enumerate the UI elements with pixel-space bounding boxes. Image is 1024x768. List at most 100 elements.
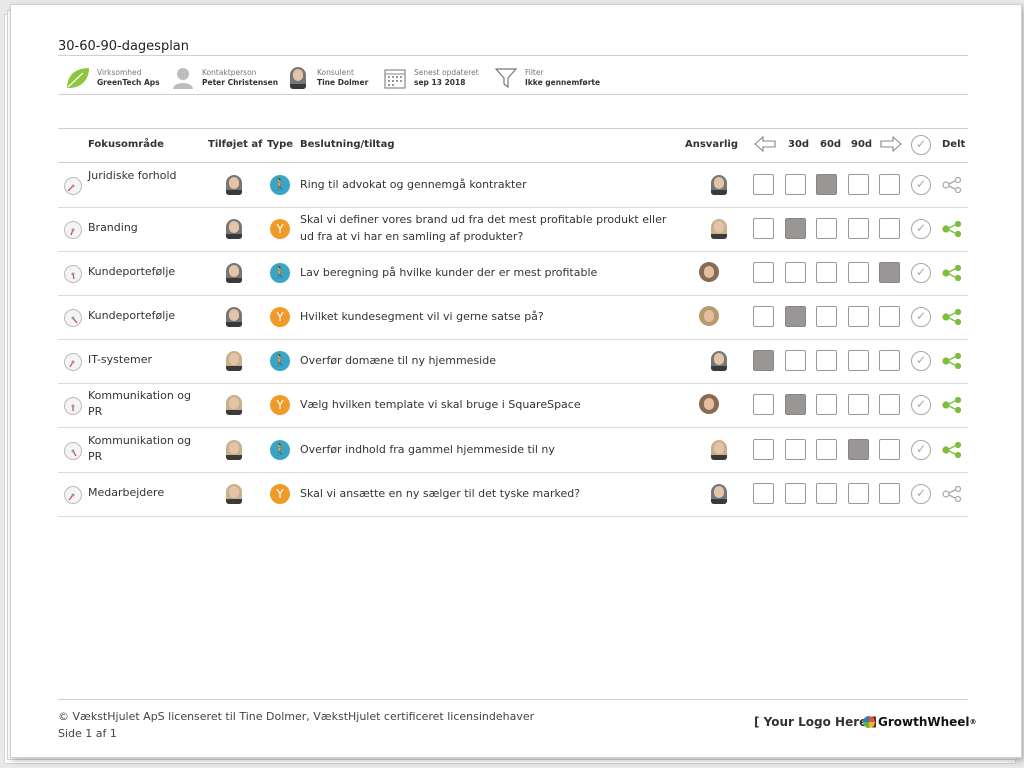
complete-check-icon[interactable]: ✓ [911,351,931,371]
timeline-checkbox[interactable] [753,439,774,460]
share-icon[interactable] [942,264,962,282]
focus-area-icon [64,442,82,460]
timeline-checkbox[interactable] [816,350,837,371]
timeline-checkbox[interactable] [879,483,900,504]
person-icon [170,65,196,91]
timeline-checkbox[interactable] [848,394,869,415]
timeline-checkbox[interactable] [848,439,869,460]
timeline-checkbox[interactable] [848,350,869,371]
timeline-checkbox[interactable] [785,306,806,327]
timeline-checkbox[interactable] [753,174,774,195]
table-row[interactable]: Kommunikation og PR Y Vælg hvilken templat… [58,383,968,428]
timeline-checkbox[interactable] [785,439,806,460]
calendar-icon [382,65,408,91]
timeline-checkbox[interactable] [816,218,837,239]
decision-text[interactable]: Overfør domæne til ny hjemmeside [300,352,680,369]
timeline-checkbox[interactable] [816,483,837,504]
timeline-checkbox[interactable] [879,174,900,195]
complete-check-icon[interactable]: ✓ [911,263,931,283]
timeline-checkbox[interactable] [848,174,869,195]
complete-check-icon[interactable]: ✓ [911,440,931,460]
table-row[interactable]: IT-systemer 🚶 Overfør domæne til ny hjemme… [58,339,968,384]
focus-area-label: Kundeportefølje [88,309,176,322]
timeline-checkbox[interactable] [879,350,900,371]
complete-check-icon[interactable]: ✓ [911,395,931,415]
responsible-avatar [711,484,727,504]
header-responsible: Ansvarlig [685,139,739,150]
share-icon[interactable] [942,308,962,326]
timeline-checkbox[interactable] [879,439,900,460]
focus-area-label: Kundeportefølje [88,265,176,278]
fork-icon: Y [270,219,290,239]
timeline-checkbox[interactable] [785,350,806,371]
header-60d: 60d [820,139,842,150]
info-updated: Senest opdateret sep 13 2018 [382,61,479,95]
timeline-checkbox[interactable] [785,394,806,415]
timeline-checkbox[interactable] [816,394,837,415]
timeline-checkbox[interactable] [816,306,837,327]
timeline-checkbox[interactable] [879,394,900,415]
decision-text[interactable]: Hvilket kundesegment vil vi gerne satse … [300,308,680,325]
table-row[interactable]: Juridiske forhold 🚶 Ring til advokat og ge… [58,163,968,208]
focus-area-icon [64,177,82,195]
timeline-checkbox[interactable] [848,218,869,239]
timeline-checkbox[interactable] [753,350,774,371]
timeline-checkbox[interactable] [785,174,806,195]
timeline-checkbox[interactable] [879,262,900,283]
arrow-left-icon[interactable] [754,135,776,155]
arrow-right-icon[interactable] [880,135,902,155]
complete-check-icon[interactable]: ✓ [911,484,931,504]
share-icon[interactable] [942,441,962,459]
share-icon[interactable] [942,485,962,503]
timeline-checkbox[interactable] [848,306,869,327]
share-icon[interactable] [942,220,962,238]
info-filter[interactable]: Filter Ikke gennemførte [493,61,600,95]
share-icon[interactable] [942,396,962,414]
focus-area-icon [64,397,82,415]
header-type: Type [267,139,294,150]
page-title: 30-60-90-dagesplan [58,39,190,54]
complete-check-icon[interactable]: ✓ [911,219,931,239]
timeline-checkbox[interactable] [785,218,806,239]
responsible-avatar [711,219,727,239]
decision-text[interactable]: Overfør indhold fra gammel hjemmeside ti… [300,441,680,458]
check-all-icon[interactable]: ✓ [911,135,931,155]
timeline-checkbox[interactable] [785,262,806,283]
wheel-icon [863,716,875,728]
focus-area-icon [64,486,82,504]
decision-text[interactable]: Ring til advokat og gennemgå kontrakter [300,176,680,193]
timeline-checkbox[interactable] [753,262,774,283]
timeline-checkbox[interactable] [816,262,837,283]
complete-check-icon[interactable]: ✓ [911,175,931,195]
table-row[interactable]: Kommunikation og PR 🚶 Overfør indhold fra … [58,428,968,473]
added-by-avatar [226,484,242,504]
growthwheel-logo: GrowthWheel ® [863,715,977,729]
timeline-checkbox[interactable] [816,174,837,195]
decision-text[interactable]: Vælg hvilken template vi skal bruge i Sq… [300,396,680,413]
header-30d: 30d [788,139,810,150]
info-company: Virksomhed GreenTech Aps [65,61,160,95]
decision-text[interactable]: Lav beregning på hvilke kunder der er me… [300,264,680,281]
timeline-checkbox[interactable] [816,439,837,460]
timeline-checkbox[interactable] [753,394,774,415]
timeline-checkbox[interactable] [879,306,900,327]
table-row[interactable]: Kundeportefølje 🚶 Lav beregning på hvilke … [58,251,968,296]
timeline-checkbox[interactable] [848,262,869,283]
responsible-avatar [711,351,727,371]
share-icon[interactable] [942,352,962,370]
timeline-checkbox[interactable] [753,218,774,239]
timeline-checkbox[interactable] [785,483,806,504]
decision-text[interactable]: Skal vi ansætte en ny sælger til det tys… [300,485,680,502]
timeline-checkbox[interactable] [753,483,774,504]
share-icon[interactable] [942,176,962,194]
leaf-icon [65,65,91,91]
timeline-checkbox[interactable] [879,218,900,239]
table-row[interactable]: Medarbejdere Y Skal vi ansætte en ny sælge… [58,472,968,517]
decision-text[interactable]: Skal vi definer vores brand ud fra det m… [300,211,680,245]
complete-check-icon[interactable]: ✓ [911,307,931,327]
timeline-checkbox[interactable] [753,306,774,327]
timeline-checkbox[interactable] [848,483,869,504]
table-row[interactable]: Branding Y Skal vi definer vores brand ud … [58,207,968,252]
table-row[interactable]: Kundeportefølje Y Hvilket kundesegment vil… [58,295,968,340]
divider [58,128,968,129]
